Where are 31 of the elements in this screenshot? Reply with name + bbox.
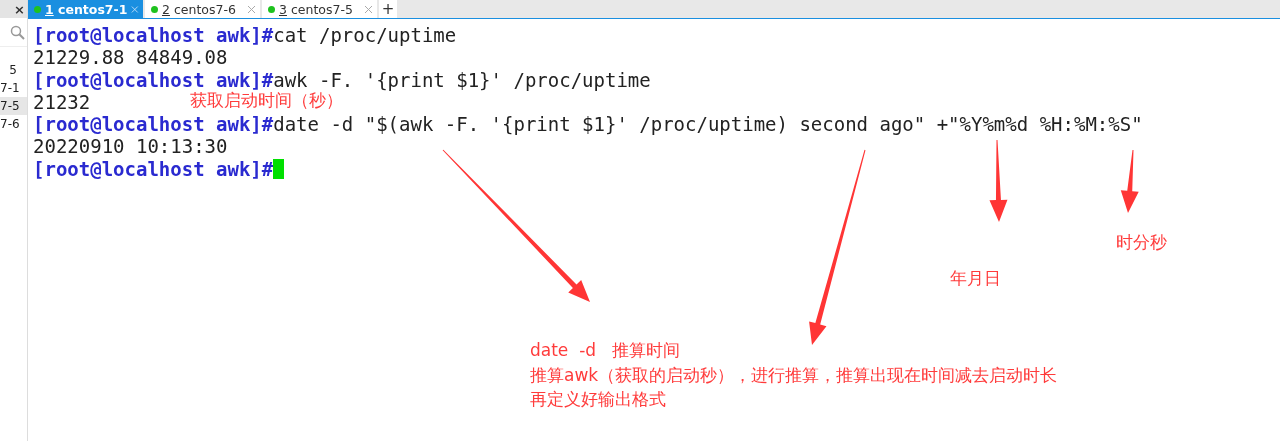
shell-prompt: [root@localhost awk]# xyxy=(33,157,274,181)
command-text: awk -F. '{print $1}' /proc/uptime xyxy=(273,68,651,91)
command-text: date -d "$(awk -F. '{print $1}' /proc/uptime) second ago" +"%Y%m%d %H:%M:%S" xyxy=(273,113,1143,136)
session-tab[interactable]: 3 centos7-5 xyxy=(262,0,377,18)
note-line: date -d 推算时间 xyxy=(530,339,682,362)
annotation-text: 年月日 xyxy=(950,270,1001,287)
note-line: 再定义好输出格式 xyxy=(530,388,667,411)
session-tab[interactable]: 2 centos7-6 xyxy=(145,0,260,18)
status-dot-icon xyxy=(268,5,275,13)
annotation-text: 获取启动时间（秒） xyxy=(190,92,343,109)
output-text: 20220910 10:13:30 xyxy=(33,135,228,158)
session-item[interactable]: 5 xyxy=(0,61,27,79)
shell-prompt: [root@localhost awk]# xyxy=(33,24,274,47)
shell-prompt: [root@localhost awk]# xyxy=(33,113,274,136)
note-line: 推算awk（获取的启动秒），进行推算，推算出现在时间减去启动时长 xyxy=(530,363,1058,387)
output-text: 21232 xyxy=(33,90,91,114)
close-icon[interactable] xyxy=(247,4,256,14)
new-tab-button[interactable]: + xyxy=(379,0,397,18)
status-dot-icon xyxy=(34,5,41,13)
status-dot-icon xyxy=(151,5,158,13)
arrow xyxy=(1120,149,1139,213)
command-text: cat /proc/uptime xyxy=(273,24,457,47)
output-text: 21229.88 84849.08 xyxy=(33,46,228,69)
session-item[interactable]: 7-5 xyxy=(0,97,27,115)
annotation-text: 时分秒 xyxy=(1116,234,1167,251)
text-cursor xyxy=(273,158,285,179)
search-icon[interactable] xyxy=(10,24,25,40)
close-icon[interactable] xyxy=(364,4,373,14)
session-item[interactable]: 7-6 xyxy=(0,115,27,133)
shell-prompt: [root@localhost awk]# xyxy=(33,68,274,91)
session-item[interactable]: 7-1 xyxy=(0,79,27,97)
